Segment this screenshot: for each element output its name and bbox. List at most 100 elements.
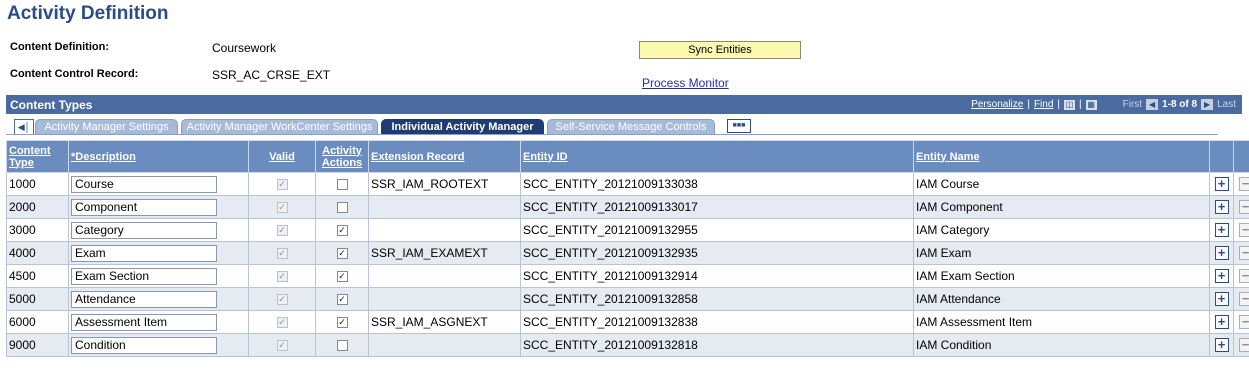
description-input[interactable]	[71, 290, 217, 308]
table-header-row: Content Type *Description Valid Activity…	[6, 140, 1249, 173]
add-row-icon[interactable]: +	[1214, 315, 1229, 329]
last-label: Last	[1217, 99, 1236, 110]
table-row: 4000 ✓ ✓ SSR_IAM_EXAMEXTSCC_ENTITY_20121009…	[6, 241, 1249, 265]
col-header-content-type[interactable]: Content Type	[6, 140, 69, 173]
entity-id-cell: SCC_ENTITY_20121009132838	[520, 310, 914, 334]
table-row: 5000 ✓ ✓ SCC_ENTITY_20121009132858IAM Atten…	[6, 287, 1249, 311]
description-input[interactable]	[71, 175, 217, 193]
valid-cell: ✓	[248, 218, 316, 242]
table-row: 6000 ✓ ✓ SSR_IAM_ASGNEXTSCC_ENTITY_20121009…	[6, 310, 1249, 334]
col-header-activity-actions[interactable]: Activity Actions	[315, 140, 369, 173]
delete-row-icon[interactable]: −	[1238, 177, 1249, 191]
col-header-delete	[1233, 140, 1249, 173]
tab-self-service-message-controls[interactable]: Self-Service Message Controls	[547, 119, 715, 134]
grid-toolbar: Personalize | Find | ◫ | ▦ First ◀ 1-8 o…	[971, 99, 1236, 110]
add-row-icon[interactable]: +	[1214, 246, 1229, 260]
tab-activity-manager-workcenter-settings[interactable]: Activity Manager WorkCenter Settings	[181, 119, 378, 134]
add-row-icon[interactable]: +	[1214, 292, 1229, 306]
description-input[interactable]	[71, 336, 217, 354]
add-row-icon[interactable]: +	[1214, 177, 1229, 191]
find-link[interactable]: Find	[1034, 99, 1053, 110]
activity-actions-cell	[315, 333, 369, 357]
activity-actions-checkbox[interactable]: ✓	[336, 248, 348, 260]
grid-tabs: ◀│ Activity Manager Settings Activity Ma…	[6, 115, 1242, 139]
valid-checkbox: ✓	[276, 248, 288, 260]
col-header-entity-id[interactable]: Entity ID	[520, 140, 914, 173]
entity-id-cell: SCC_ENTITY_20121009132914	[520, 264, 914, 288]
process-monitor-link[interactable]: Process Monitor	[642, 76, 729, 90]
content-type-cell: 3000	[6, 218, 69, 242]
download-grid-icon[interactable]: ▦	[1085, 99, 1097, 110]
activity-actions-cell: ✓	[315, 241, 369, 265]
description-cell	[68, 241, 249, 265]
activity-actions-checkbox[interactable]: ✓	[336, 225, 348, 237]
extension-record-cell	[368, 287, 521, 311]
first-arrow-icon[interactable]: ◀	[1146, 99, 1159, 110]
personalize-link[interactable]: Personalize	[971, 99, 1023, 110]
activity-actions-checkbox[interactable]: ✓	[336, 294, 348, 306]
table-row: 9000 ✓ SCC_ENTITY_20121009132818IAM Condit…	[6, 333, 1249, 357]
delete-row-icon[interactable]: −	[1238, 269, 1249, 283]
activity-actions-checkbox[interactable]: ✓	[336, 271, 348, 283]
description-input[interactable]	[71, 221, 217, 239]
valid-cell: ✓	[248, 333, 316, 357]
content-definition-label: Content Definition:	[10, 41, 109, 53]
toolbar-separator: |	[1079, 99, 1082, 110]
content-type-cell: 9000	[6, 333, 69, 357]
col-header-description[interactable]: *Description	[68, 140, 249, 173]
table-row: 1000 ✓ SSR_IAM_ROOTEXTSCC_ENTITY_201210091…	[6, 172, 1249, 196]
first-label: First	[1122, 99, 1143, 110]
entity-name-cell: IAM Exam Section	[913, 264, 1210, 288]
content-type-cell: 1000	[6, 172, 69, 196]
zoom-grid-icon[interactable]: ◫	[1064, 99, 1076, 110]
add-row-icon[interactable]: +	[1214, 338, 1229, 352]
activity-actions-cell: ✓	[315, 287, 369, 311]
content-types-grid-header: Content Types Personalize | Find | ◫ | ▦…	[6, 95, 1242, 114]
content-types-table: Content Type *Description Valid Activity…	[6, 140, 1249, 357]
col-header-extension-record[interactable]: Extension Record	[368, 140, 521, 173]
delete-row-icon[interactable]: −	[1238, 338, 1249, 352]
tab-scroll-left-icon[interactable]: ◀│	[14, 119, 34, 135]
delete-row-cell: −	[1233, 287, 1249, 311]
sync-entities-button[interactable]: Sync Entities	[639, 41, 801, 59]
page-title: Activity Definition	[7, 3, 169, 24]
activity-actions-checkbox[interactable]	[336, 202, 348, 214]
content-type-cell: 4000	[6, 241, 69, 265]
delete-row-icon[interactable]: −	[1238, 223, 1249, 237]
activity-actions-checkbox[interactable]: ✓	[336, 317, 348, 329]
delete-row-icon[interactable]: −	[1238, 292, 1249, 306]
description-input[interactable]	[71, 267, 217, 285]
add-row-icon[interactable]: +	[1214, 200, 1229, 214]
entity-id-cell: SCC_ENTITY_20121009133017	[520, 195, 914, 219]
col-header-valid[interactable]: Valid	[248, 140, 316, 173]
delete-row-icon[interactable]: −	[1238, 315, 1249, 329]
tab-individual-activity-manager[interactable]: Individual Activity Manager	[381, 119, 544, 135]
description-input[interactable]	[71, 244, 217, 262]
delete-row-icon[interactable]: −	[1238, 200, 1249, 214]
delete-row-icon[interactable]: −	[1238, 246, 1249, 260]
entity-name-cell: IAM Component	[913, 195, 1210, 219]
description-input[interactable]	[71, 313, 217, 331]
activity-actions-checkbox[interactable]	[336, 340, 348, 352]
table-row: 3000 ✓ ✓ SCC_ENTITY_20121009132955IAM Categ…	[6, 218, 1249, 242]
add-row-cell: +	[1209, 172, 1234, 196]
col-header-add	[1209, 140, 1234, 173]
delete-row-cell: −	[1233, 264, 1249, 288]
valid-cell: ✓	[248, 195, 316, 219]
description-input[interactable]	[71, 198, 217, 216]
activity-actions-checkbox[interactable]	[336, 179, 348, 191]
activity-actions-cell	[315, 172, 369, 196]
col-header-entity-name[interactable]: Entity Name	[913, 140, 1210, 173]
add-row-icon[interactable]: +	[1214, 269, 1229, 283]
valid-checkbox: ✓	[276, 271, 288, 283]
tab-activity-manager-settings[interactable]: Activity Manager Settings	[35, 119, 178, 134]
description-cell	[68, 310, 249, 334]
entity-name-cell: IAM Course	[913, 172, 1210, 196]
delete-row-cell: −	[1233, 333, 1249, 357]
show-all-columns-icon[interactable]: ■■■	[727, 119, 751, 133]
entity-id-cell: SCC_ENTITY_20121009132955	[520, 218, 914, 242]
last-arrow-icon[interactable]: ▶	[1201, 99, 1214, 110]
table-row: 4500 ✓ ✓ SCC_ENTITY_20121009132914IAM Exam …	[6, 264, 1249, 288]
delete-row-cell: −	[1233, 218, 1249, 242]
add-row-icon[interactable]: +	[1214, 223, 1229, 237]
